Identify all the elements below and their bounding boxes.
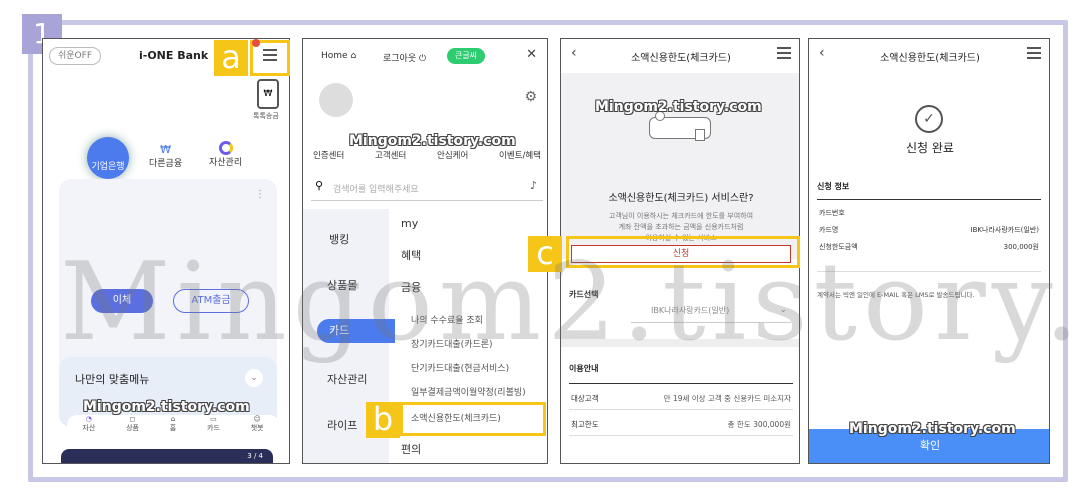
screen-menu: Home ⌂ 로그아웃 ⏻ 큰글씨 ✕ ⚙ 인증센터 고객센터 안심케어 이벤트… — [302, 38, 548, 464]
search-bar[interactable]: ⚲ 검색어를 입력해주세요 ♪ — [311, 175, 543, 201]
menu-convenience[interactable]: 편의 — [401, 441, 421, 457]
shortcut-event[interactable]: 이벤트/혜택 — [499, 149, 541, 161]
app-title: i-ONE Bank — [139, 49, 209, 62]
atm-button[interactable]: ATM출금 — [173, 289, 249, 313]
info-table: 카드번호 카드명 IBK나라사랑카드(일반) 신청한도금액 300,000원 — [817, 199, 1041, 259]
custom-menu-title: 나만의 맞춤메뉴 — [75, 373, 150, 386]
sidebar-item-card[interactable]: 카드 — [317, 319, 395, 343]
bag-icon: ◻ — [129, 415, 136, 423]
nav-products[interactable]: ◻ 상품 — [126, 415, 139, 443]
hamburger-icon[interactable] — [1027, 47, 1041, 49]
donut-icon — [218, 141, 233, 155]
search-placeholder: 검색어를 입력해주세요 — [333, 185, 419, 195]
blog-watermark: Mingom2.tistory.com — [349, 133, 516, 149]
shortcut-safe[interactable]: 안심케어 — [437, 149, 468, 161]
asset-nav-icon: ◔ — [85, 415, 92, 423]
chatbot-icon: ☺ — [253, 415, 261, 423]
sidebar-item-life[interactable]: 라이프 — [327, 417, 357, 433]
won-icon: ₩ — [160, 143, 171, 156]
screen-complete: ‹ 소액신용한도(체크카드) ✓ 신청 완료 신청 정보 카드번호 카드명 IB… — [808, 38, 1050, 464]
sidebar-item-assets[interactable]: 자산관리 — [327, 371, 367, 387]
highlight-c — [566, 236, 800, 268]
sidebar-item-banking[interactable]: 뱅킹 — [329, 231, 349, 247]
mic-icon: ♪ — [529, 179, 537, 192]
sidebar-item-products[interactable]: 상품몰 — [327, 277, 357, 293]
banner-strip[interactable]: 3 / 4 — [61, 449, 273, 463]
highlight-a — [250, 39, 290, 76]
easy-mode-toggle[interactable]: 쉬운OFF — [49, 47, 101, 65]
table-row: 카드명 IBK나라사랑카드(일반) — [819, 226, 1039, 234]
service-heading: 소액신용한도(체크카드) 서비스란? — [608, 193, 754, 204]
blog-watermark: Mingom2.tistory.com — [595, 99, 762, 115]
nav-home[interactable]: ⌂ 홈 — [170, 415, 176, 443]
notification-dot — [252, 39, 260, 47]
table-row: 카드번호 — [819, 209, 845, 217]
table-row: 최고한도 총 한도 300,000원 — [569, 410, 793, 436]
complete-heading: 신청 완료 — [906, 141, 954, 155]
chevron-down-icon: ⌄ — [779, 305, 787, 315]
screen-main: 쉬운OFF i-ONE Bank ₩ 톡톡송금 기업은행 ₩ 다른금융 자산관리… — [42, 38, 290, 464]
phone-icon: ₩ — [257, 79, 279, 109]
banner-counter: 3 / 4 — [247, 452, 263, 460]
quick-transfer[interactable]: ₩ 톡톡송금 — [253, 79, 279, 121]
nav-assets[interactable]: ◔ 자산 — [82, 415, 95, 443]
marker-b: b — [366, 402, 400, 438]
big-font-toggle[interactable]: 큰글씨 — [447, 48, 485, 64]
home-icon: ⌂ — [170, 415, 176, 423]
check-circle-icon: ✓ — [915, 105, 943, 133]
page-title: 소액신용한도(체크카드) — [880, 53, 980, 64]
hamburger-icon[interactable] — [777, 47, 791, 49]
menu-benefit[interactable]: 혜택 — [401, 247, 421, 263]
blog-watermark: Mingom2.tistory.com — [849, 421, 1016, 437]
submenu-fee[interactable]: 나의 수수료율 조회 — [411, 313, 483, 326]
bottom-nav: ◔ 자산 ◻ 상품 ⌂ 홈 ▭ 카드 ☺ 챗봇 — [67, 415, 279, 443]
card-select-label: 카드선택 — [569, 290, 599, 299]
table-row: 대상고객 만 19세 이상 고객 중 신용카드 미소지자 — [569, 384, 793, 410]
blog-watermark: Mingom2.tistory.com — [83, 399, 250, 415]
logout-link[interactable]: 로그아웃 ⏻ — [383, 51, 426, 64]
submenu-cash-service[interactable]: 단기카드대출(현금서비스) — [411, 361, 509, 374]
close-icon[interactable]: ✕ — [526, 47, 537, 62]
shortcut-auth[interactable]: 인증센터 — [313, 149, 344, 161]
tab-corporate-bank[interactable]: 기업은행 — [87, 137, 129, 179]
tab-other-finance[interactable]: ₩ 다른금융 — [149, 143, 182, 169]
divider — [817, 271, 1041, 272]
card-icon: ▭ — [210, 415, 217, 423]
info-title: 신청 정보 — [817, 182, 850, 191]
power-icon: ⏻ — [419, 54, 427, 64]
table-row: 신청한도금액 300,000원 — [819, 243, 1039, 251]
settings-gear-icon[interactable]: ⚙ — [524, 89, 537, 105]
guide-table: 대상고객 만 19세 이상 고객 중 신용카드 미소지자 최고한도 총 한도 3… — [569, 383, 793, 436]
guide-title: 이용안내 — [569, 364, 599, 373]
transfer-button[interactable]: 이체 — [91, 289, 153, 313]
chevron-down-icon[interactable]: ⌄ — [245, 369, 263, 387]
tab-asset[interactable]: 자산관리 — [209, 141, 242, 168]
nav-card[interactable]: ▭ 카드 — [207, 415, 220, 443]
divider — [561, 339, 799, 347]
marker-a: a — [214, 40, 248, 76]
card-select-dropdown[interactable]: IBK나라사랑카드(일반) ⌄ — [631, 305, 791, 323]
highlight-b — [400, 402, 546, 436]
marker-c: c — [528, 236, 562, 272]
more-icon: ⋮ — [255, 189, 265, 200]
account-card: ⋮ 이체 ATM출금 — [59, 179, 277, 375]
quick-transfer-label: 톡톡송금 — [253, 112, 279, 120]
shortcut-row: 인증센터 고객센터 안심케어 이벤트/혜택 — [313, 149, 541, 161]
nav-chatbot[interactable]: ☺ 챗봇 — [251, 415, 264, 443]
shortcut-support[interactable]: 고객센터 — [375, 149, 406, 161]
avatar[interactable] — [319, 83, 353, 117]
menu-my[interactable]: my — [401, 217, 418, 230]
home-outline-icon: ⌂ — [350, 51, 357, 61]
submenu-revolving[interactable]: 일부결제금액이월약정(리볼빙) — [411, 385, 526, 398]
notice-text: 계약서는 빅엔 일인에 E-MAIL 혹은 LMS로 발송드립니다. — [817, 291, 975, 299]
menu-finance[interactable]: 금융 — [401, 279, 421, 295]
hamburger-icon[interactable] — [263, 49, 277, 51]
search-icon: ⚲ — [315, 179, 324, 192]
home-link[interactable]: Home ⌂ — [321, 51, 356, 61]
page-title: 소액신용한도(체크카드) — [631, 53, 731, 64]
submenu-card-loan[interactable]: 장기카드대출(카드론) — [411, 337, 493, 350]
